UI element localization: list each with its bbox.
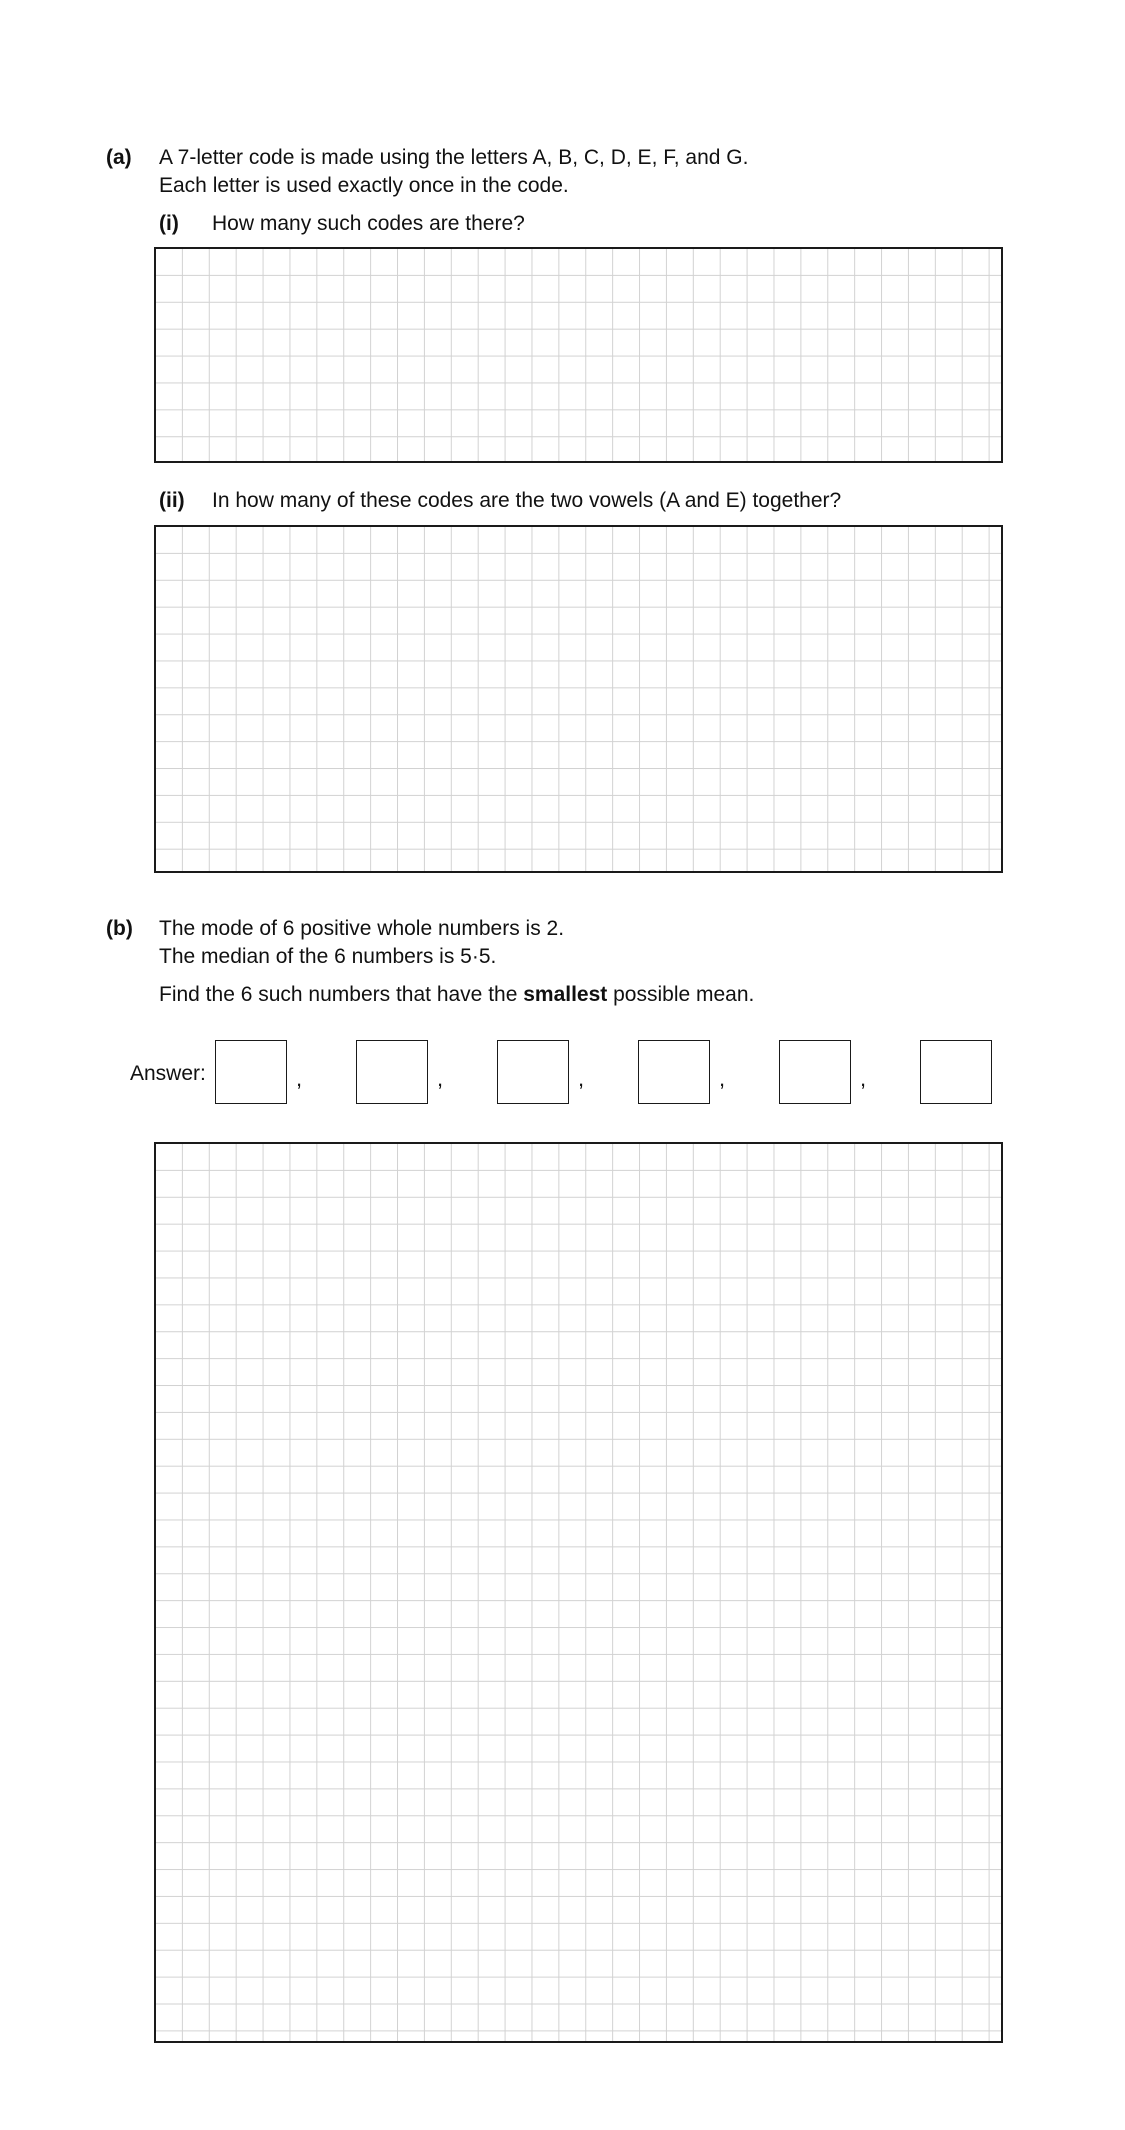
answer-box-3[interactable] [497, 1040, 569, 1104]
answer-area-ii[interactable] [154, 525, 1003, 873]
answer-box-1[interactable] [215, 1040, 287, 1104]
comma-2: , [437, 1066, 444, 1091]
comma-1: , [296, 1066, 303, 1091]
answer-area-b[interactable] [154, 1142, 1003, 2043]
answer-box-4[interactable] [638, 1040, 710, 1104]
part-a-label: (a) [106, 146, 132, 169]
part-b-line-1: The mode of 6 positive whole numbers is … [159, 917, 565, 940]
sub-question-ii-text: In how many of these codes are the two v… [212, 489, 842, 512]
answer-area-i[interactable] [154, 247, 1003, 463]
part-a-line-1: A 7-letter code is made using the letter… [159, 146, 749, 169]
comma-4: , [719, 1066, 726, 1091]
part-b-instruction: Find the 6 such numbers that have the sm… [159, 981, 754, 1009]
instruction-emphasis: smallest [523, 983, 608, 1006]
answer-box-6[interactable] [920, 1040, 992, 1104]
part-b-line-2: The median of the 6 numbers is 5·5. [159, 945, 497, 968]
instruction-start: Find the 6 such numbers that have the [159, 983, 524, 1006]
answer-box-5[interactable] [779, 1040, 851, 1104]
sub-question-ii-label: (ii) [159, 489, 185, 512]
sub-question-i-label: (i) [159, 212, 179, 235]
part-b-label: (b) [106, 917, 133, 940]
instruction-end: possible mean. [607, 983, 755, 1006]
comma-5: , [860, 1066, 867, 1091]
part-a-line-2: Each letter is used exactly once in the … [159, 174, 569, 197]
sub-question-i-text: How many such codes are there? [212, 212, 525, 235]
answer-box-2[interactable] [356, 1040, 428, 1104]
comma-3: , [578, 1066, 585, 1091]
answer-label: Answer: [130, 1062, 206, 1085]
